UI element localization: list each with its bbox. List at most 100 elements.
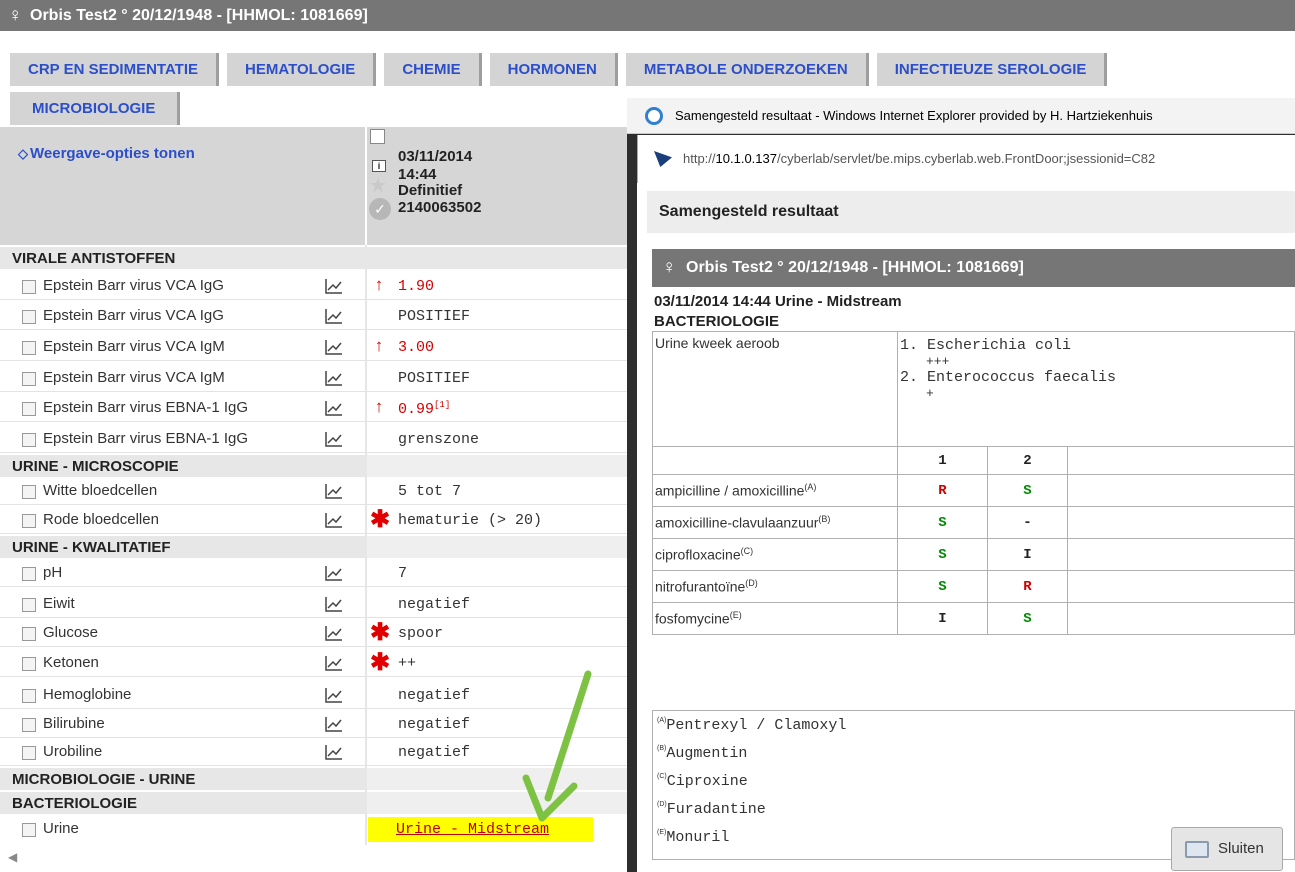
- row-checkbox[interactable]: [22, 280, 36, 294]
- green-arrow-annotation: [522, 670, 592, 822]
- popup-content: Samengesteld resultaat ♀ Orbis Test2 ° 2…: [637, 183, 1295, 872]
- row-checkbox[interactable]: [22, 402, 36, 416]
- row-checkbox[interactable]: [22, 372, 36, 386]
- column-date: 03/11/2014: [398, 148, 473, 165]
- result-number: 0.99: [398, 401, 435, 418]
- susceptibility-result: S: [897, 538, 988, 571]
- tab-hormonen[interactable]: HORMONEN: [489, 53, 618, 86]
- tab-microbiologie[interactable]: MICROBIOLOGIE: [10, 92, 181, 125]
- row-checkbox[interactable]: [22, 657, 36, 671]
- result-row: Epstein Barr virus VCA IgG POSITIEF: [0, 302, 630, 330]
- sample-line: 03/11/2014 14:44 Urine - Midstream: [654, 293, 902, 310]
- row-checkbox[interactable]: [22, 567, 36, 581]
- test-name: pH: [43, 564, 63, 581]
- abnormal-asterisk-icon: ✱: [370, 506, 391, 533]
- antibiotic-name: ciprofloxacine(C): [652, 538, 898, 571]
- antibiotic-row: fosfomycine(E) I S: [652, 602, 1295, 635]
- tab-crp-en-sedimentatie[interactable]: CRP EN SEDIMENTATIE: [10, 53, 220, 86]
- trend-chart-icon[interactable]: [325, 278, 343, 294]
- row-checkbox[interactable]: [22, 310, 36, 324]
- trend-chart-icon[interactable]: [325, 744, 343, 760]
- antibiotic-row: amoxicilline-clavulaanzuur(B) S -: [652, 506, 1295, 539]
- test-name: Epstein Barr virus EBNA-1 IgG: [43, 430, 249, 447]
- tab-chemie[interactable]: CHEMIE: [384, 53, 482, 86]
- result-popup-window: Samengesteld resultaat - Windows Interne…: [627, 98, 1295, 872]
- organisms-cell: 1. Escherichia coli +++ 2. Enterococcus …: [897, 331, 1295, 447]
- section-header: URINE - KWALITATIEF: [0, 536, 630, 558]
- footnote-ref[interactable]: [1]: [434, 400, 450, 410]
- result-value: 7: [398, 565, 408, 582]
- scroll-left-icon[interactable]: ◀: [8, 850, 17, 864]
- tab-infectieuze-serologie[interactable]: INFECTIEUZE SEROLOGIE: [876, 53, 1108, 86]
- row-checkbox[interactable]: [22, 689, 36, 703]
- trend-chart-icon[interactable]: [325, 565, 343, 581]
- trend-chart-icon[interactable]: [325, 512, 343, 528]
- row-checkbox[interactable]: [22, 341, 36, 355]
- antibiotic-name: ampicilline / amoxicilline(A): [652, 474, 898, 507]
- info-icon[interactable]: i: [372, 160, 386, 172]
- patient-title-bar: ♀ Orbis Test2 ° 20/12/1948 - [HHMOL: 108…: [0, 0, 1295, 31]
- row-checkbox[interactable]: [22, 485, 36, 499]
- bacteriology-title: BACTERIOLOGIE: [654, 313, 780, 330]
- result-value: hematurie (> 20): [398, 512, 543, 529]
- trend-chart-icon[interactable]: [325, 400, 343, 416]
- susceptibility-table: Urine kweek aeroob 1. Escherichia coli +…: [652, 331, 1295, 635]
- result-row: Glucose ✱ spoor: [0, 619, 630, 647]
- test-name: Bilirubine: [43, 715, 105, 732]
- ie-title-bar: Samengesteld resultaat - Windows Interne…: [627, 98, 1295, 134]
- trend-chart-icon[interactable]: [325, 716, 343, 732]
- female-icon: ♀: [8, 5, 23, 26]
- close-window-icon: [1185, 841, 1209, 858]
- section-title: URINE - MICROSCOPIE: [12, 458, 179, 475]
- view-options-link[interactable]: ◇ Weergave-opties tonen: [18, 145, 195, 162]
- row-checkbox[interactable]: [22, 433, 36, 447]
- row-checkbox[interactable]: [22, 627, 36, 641]
- trend-chart-icon[interactable]: [325, 596, 343, 612]
- trend-chart-icon[interactable]: [325, 308, 343, 324]
- trend-chart-icon[interactable]: [325, 687, 343, 703]
- test-name: Glucose: [43, 624, 99, 641]
- high-arrow-icon: ↑: [374, 336, 384, 355]
- row-checkbox[interactable]: [22, 718, 36, 732]
- section-title: VIRALE ANTISTOFFEN: [12, 250, 176, 267]
- trend-chart-icon[interactable]: [325, 431, 343, 447]
- abnormal-asterisk-icon: ✱: [370, 619, 391, 646]
- options-header: ◇ Weergave-opties tonen: [0, 127, 365, 245]
- result-value: negatief: [398, 716, 471, 733]
- ie-address-bar[interactable]: http://10.1.0.137/cyberlab/servlet/be.mi…: [637, 135, 1295, 183]
- susceptibility-result: S: [897, 570, 988, 603]
- result-value: 3.00: [398, 339, 435, 356]
- organism-column-1: 1: [897, 446, 988, 475]
- tab-hematologie[interactable]: HEMATOLOGIE: [227, 53, 377, 86]
- culture-label: Urine kweek aeroob: [652, 331, 898, 447]
- url-host: 10.1.0.137: [715, 151, 777, 166]
- susceptibility-result: -: [987, 506, 1068, 539]
- row-checkbox[interactable]: [22, 823, 36, 837]
- star-icon[interactable]: ★: [369, 176, 391, 196]
- row-checkbox[interactable]: [22, 598, 36, 612]
- close-button[interactable]: Sluiten: [1171, 827, 1283, 871]
- section-title: URINE - KWALITATIEF: [12, 539, 171, 556]
- result-row: pH 7: [0, 559, 630, 587]
- footnote: (B)Augmentin: [657, 745, 748, 762]
- test-name: Hemoglobine: [43, 686, 132, 703]
- trend-chart-icon[interactable]: [325, 625, 343, 641]
- trend-chart-icon[interactable]: [325, 483, 343, 499]
- trend-chart-icon[interactable]: [325, 339, 343, 355]
- column-select-checkbox[interactable]: [370, 129, 385, 144]
- result-value: negatief: [398, 687, 471, 704]
- test-name: Rode bloedcellen: [43, 511, 159, 528]
- susceptibility-result: R: [987, 570, 1068, 603]
- test-name: Epstein Barr virus VCA IgM: [43, 338, 225, 355]
- row-checkbox[interactable]: [22, 514, 36, 528]
- column-status: Definitief: [398, 182, 463, 199]
- tab-metabole-onderzoeken[interactable]: METABOLE ONDERZOEKEN: [625, 53, 869, 86]
- high-arrow-icon: ↑: [374, 275, 384, 294]
- trend-chart-icon[interactable]: [325, 370, 343, 386]
- female-icon: ♀: [662, 257, 677, 278]
- ie-logo-icon: [645, 107, 663, 125]
- row-checkbox[interactable]: [22, 746, 36, 760]
- culture-row: Urine kweek aeroob 1. Escherichia coli +…: [652, 331, 1295, 447]
- trend-chart-icon[interactable]: [325, 655, 343, 671]
- result-value: ++: [398, 655, 417, 672]
